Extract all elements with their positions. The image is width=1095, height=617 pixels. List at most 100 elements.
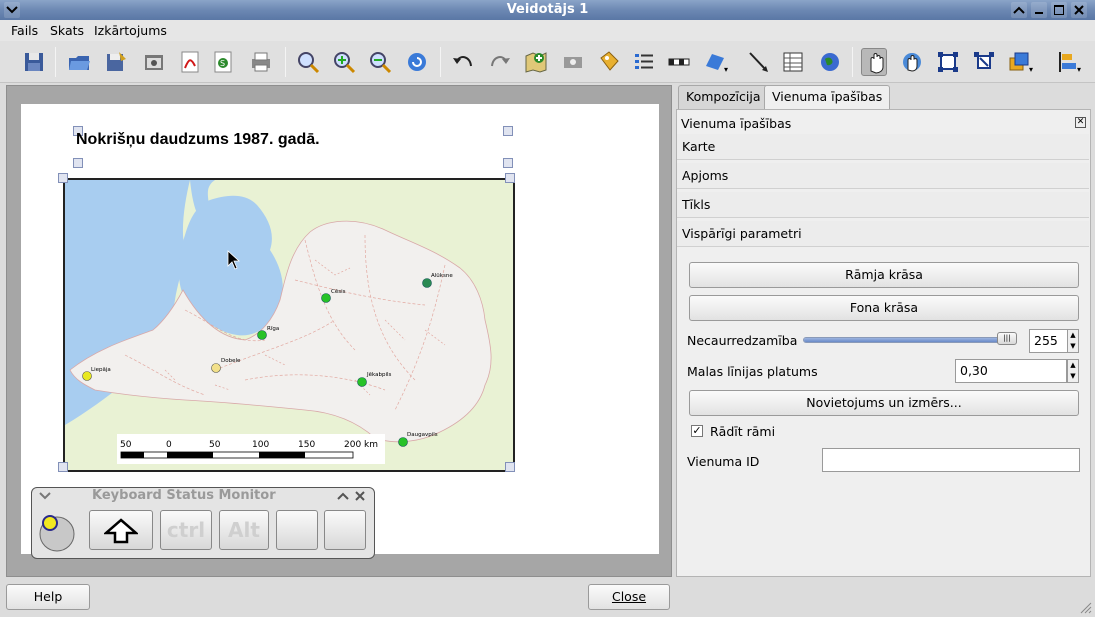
close-button[interactable]: Close [588,584,670,610]
group-icon[interactable] [935,48,961,76]
background-color-button[interactable]: Fona krāsa [689,295,1079,321]
zoom-in-icon[interactable] [331,48,357,76]
selection-handle[interactable] [58,462,68,472]
shift-icon [102,518,140,544]
svg-text:Dobele: Dobele [221,358,241,364]
keyboard-status-monitor[interactable]: Keyboard Status Monitor ctrl Alt [31,487,375,559]
svg-text:50: 50 [209,440,221,450]
svg-text:Alūksne: Alūksne [431,273,453,279]
item-id-input[interactable] [822,448,1080,472]
close-window-button[interactable] [1071,2,1087,18]
selection-handle[interactable] [58,173,68,183]
align-icon[interactable]: ▾ [1055,48,1081,76]
help-button[interactable]: Help [6,584,90,610]
ungroup-icon[interactable] [971,48,997,76]
move-content-icon[interactable] [899,48,925,76]
svg-text:▾: ▾ [1029,65,1033,74]
city-marker-daugavpils [398,437,408,447]
opacity-spinbox[interactable]: 255 [1029,329,1069,353]
add-shape-icon[interactable]: ▾ [702,48,728,76]
tab-kompozicija[interactable]: Kompozīcija [678,85,769,109]
select-move-icon[interactable] [861,48,887,76]
selection-handle[interactable] [73,158,83,168]
redo-icon[interactable] [487,48,513,76]
save-template-icon[interactable] [103,48,129,76]
menu-bar: Fails Skats Izkārtojums [0,20,1095,41]
add-html-icon[interactable] [817,48,843,76]
menu-izkartojums[interactable]: Izkārtojums [94,23,167,38]
frame-color-button[interactable]: Rāmja krāsa [689,262,1079,288]
add-label-icon[interactable] [595,48,621,76]
minimize-button[interactable] [1031,2,1047,18]
selection-handle[interactable] [505,462,515,472]
svg-text:Jēkabpils: Jēkabpils [366,372,392,378]
close-icon[interactable] [354,490,366,505]
resize-grip-icon[interactable] [1076,598,1092,614]
map-title-label[interactable]: Nokrišņu daudzums 1987. gadā. [76,131,320,149]
outline-width-label: Malas līnijas platums [687,364,818,379]
chevron-down-icon[interactable] [38,490,52,505]
refresh-icon[interactable] [404,48,430,76]
svg-text:Cēsis: Cēsis [331,289,346,295]
show-frame-checkbox[interactable]: ✓ [691,425,703,437]
map-item[interactable]: 50 0 50 100 150 200 km Rīga Cēsis Alūksn… [63,178,515,472]
add-arrow-icon[interactable] [745,48,771,76]
menu-skats[interactable]: Skats [50,23,84,38]
shade-button[interactable] [1011,2,1027,18]
add-scalebar-icon[interactable] [666,48,692,76]
chevron-up-icon[interactable] [336,490,350,505]
svg-text:100: 100 [252,440,269,450]
title-bar: Veidotājs 1 [0,0,1095,20]
print-icon[interactable] [248,48,274,76]
city-marker-riga [257,330,267,340]
undo-icon[interactable] [450,48,476,76]
panel-header: Vienuma īpašības [681,116,792,131]
open-template-icon[interactable] [66,48,92,76]
extra-key [276,510,318,550]
opacity-slider-handle[interactable]: ||| [997,332,1017,345]
add-map-icon[interactable] [523,48,549,76]
add-image-icon[interactable] [560,48,586,76]
svg-text:Liepāja: Liepāja [91,367,111,373]
section-visparigi-parametri[interactable]: Vispārīgi parametri [677,221,1089,247]
selection-handle[interactable] [505,173,515,183]
item-properties-body: Vienuma īpašības ✕ Karte Apjoms Tīkls Vi… [676,109,1091,577]
outline-width-spinbox[interactable]: 0,30 [955,359,1067,383]
raise-icon[interactable]: ▾ [1007,48,1033,76]
position-size-button[interactable]: Novietojums un izmērs... [689,390,1079,416]
item-id-label: Vienuma ID [687,454,760,469]
maximize-button[interactable] [1051,2,1067,18]
section-apjoms[interactable]: Apjoms [677,163,1089,189]
menu-fails[interactable]: Fails [11,23,38,38]
zoom-full-icon[interactable] [295,48,321,76]
close-panel-icon[interactable]: ✕ [1075,117,1086,128]
selection-handle[interactable] [503,126,513,136]
svg-text:0: 0 [166,440,172,450]
opacity-slider[interactable] [803,337,1017,343]
tab-vienuma-ipasibas[interactable]: Vienuma īpašības [764,85,891,110]
add-legend-icon[interactable] [631,48,657,76]
alt-key: Alt [219,510,269,550]
section-karte[interactable]: Karte [677,134,1089,160]
section-tikls[interactable]: Tīkls [677,192,1089,218]
close-icon [1074,5,1084,15]
ksm-title: Keyboard Status Monitor [92,488,276,503]
export-pdf-icon[interactable] [177,48,203,76]
maximize-icon [1054,5,1064,15]
export-svg-icon[interactable]: S [210,48,236,76]
selection-handle[interactable] [503,158,513,168]
svg-text:Rīga: Rīga [267,326,279,332]
shift-key [89,510,153,550]
properties-panel: Kompozīcija Vienuma īpašības Vienuma īpa… [676,85,1091,577]
export-image-icon[interactable] [141,48,167,76]
outline-width-spin-arrows[interactable]: ▲ ▼ [1067,359,1079,383]
save-icon[interactable] [21,48,47,76]
add-table-icon[interactable] [780,48,806,76]
mouse-icon [38,510,76,552]
scale-bar: 50 0 50 100 150 200 km [117,434,385,464]
extra-key [324,510,366,550]
city-marker-dobele [211,363,221,373]
opacity-spin-arrows[interactable]: ▲ ▼ [1067,329,1079,353]
zoom-out-icon[interactable] [367,48,393,76]
svg-text:50: 50 [120,440,132,450]
